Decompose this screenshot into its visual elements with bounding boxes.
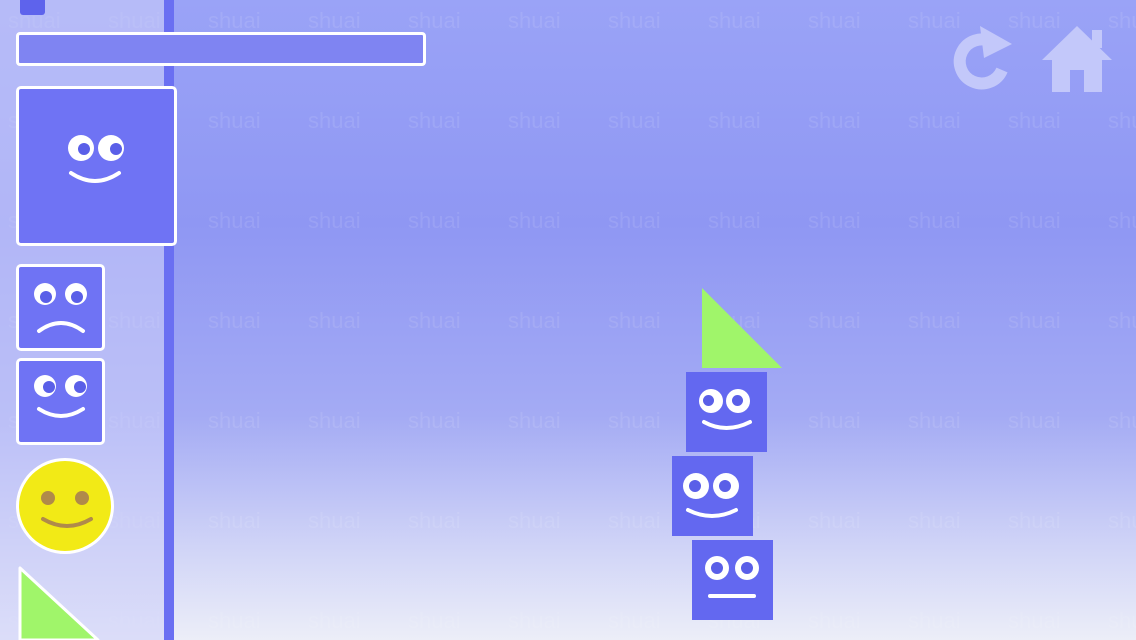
watermark-text: shuai (508, 8, 561, 33)
watermark-text: shuai (1108, 608, 1136, 633)
watermark-text: shuai (708, 208, 761, 233)
watermark-text: shuai (608, 508, 661, 533)
watermark-text: shuai (208, 208, 261, 233)
watermark-text: shuai (408, 8, 461, 33)
restart-icon[interactable] (950, 22, 1020, 96)
level-progress-bar (16, 32, 426, 66)
tower-triangle[interactable] (700, 286, 784, 370)
watermark-text: shuai (408, 208, 461, 233)
watermark-text: shuai (408, 308, 461, 333)
watermark-text: shuai (708, 108, 761, 133)
watermark-text: shuai (808, 108, 861, 133)
watermark-text: shuai (1008, 608, 1061, 633)
watermark-text: shuai (608, 408, 661, 433)
watermark-text: shuai (808, 408, 861, 433)
smile-mouth (702, 420, 752, 430)
watermark-text: shuai (308, 408, 361, 433)
watermark-text: shuai (308, 508, 361, 533)
watermark-text: shuai (908, 208, 961, 233)
eye-left (34, 375, 56, 397)
piece-small-smile-square[interactable] (16, 358, 105, 445)
piece-green-triangle[interactable] (16, 562, 126, 640)
watermark-text: shuai (608, 208, 661, 233)
watermark-text: shuai (608, 608, 661, 633)
smile-mouth (37, 407, 85, 418)
top-chip (20, 0, 45, 15)
watermark-text: shuai (308, 208, 361, 233)
watermark-text: shuai (508, 108, 561, 133)
watermark-text: shuai (1008, 508, 1061, 533)
eye-left (68, 135, 94, 161)
watermark-text: shuai (808, 508, 861, 533)
tower-block-smile-top[interactable] (686, 372, 767, 452)
watermark-text: shuai (908, 608, 961, 633)
watermark-text: shuai (1108, 508, 1136, 533)
watermark-text: shuai (1008, 308, 1061, 333)
watermark-text: shuai (308, 108, 361, 133)
eye-left (699, 389, 723, 413)
watermark-text: shuai (408, 408, 461, 433)
watermark-text: shuai (508, 208, 561, 233)
watermark-text: shuai (1008, 408, 1061, 433)
watermark-text: shuai (408, 108, 461, 133)
eye-left (34, 283, 56, 305)
sad-mouth (37, 321, 85, 333)
eye-right (98, 135, 124, 161)
smile-mouth (686, 508, 738, 518)
eye-left (683, 473, 709, 499)
watermark-text: shuai (1008, 208, 1061, 233)
watermark-text: shuai (208, 308, 261, 333)
watermark-text: shuai (808, 8, 861, 33)
watermark-text: shuai (608, 108, 661, 133)
eye-right (75, 491, 89, 505)
watermark-text: shuai (808, 608, 861, 633)
watermark-text: shuai (508, 408, 561, 433)
watermark-text: shuai (1108, 108, 1136, 133)
eye-right (726, 389, 750, 413)
eye-left (705, 556, 729, 580)
smile-mouth (41, 517, 93, 528)
watermark-text: shuai (908, 508, 961, 533)
watermark-text: shuai (308, 8, 361, 33)
eye-left (41, 491, 55, 505)
watermark-text: shuai (808, 208, 861, 233)
tower-block-neutral-bottom[interactable] (692, 540, 773, 620)
watermark-text: shuai (908, 308, 961, 333)
piece-large-smile-square[interactable] (16, 86, 177, 246)
eye-right (713, 473, 739, 499)
watermark-text: shuai (1008, 108, 1061, 133)
watermark-text: shuai (508, 508, 561, 533)
watermark-text: shuai (508, 308, 561, 333)
watermark-text: shuai (208, 508, 261, 533)
neutral-mouth (708, 594, 756, 598)
watermark-text: shuai (508, 608, 561, 633)
piece-small-sad-square[interactable] (16, 264, 105, 351)
home-icon[interactable] (1040, 24, 1114, 94)
watermark-text: shuai (1108, 308, 1136, 333)
watermark-text: shuai (608, 308, 661, 333)
watermark-text: shuai (308, 308, 361, 333)
eye-right (735, 556, 759, 580)
eye-right (65, 283, 87, 305)
smile-mouth (69, 171, 121, 183)
piece-yellow-circle[interactable] (16, 458, 114, 554)
watermark-text: shuai (1108, 408, 1136, 433)
watermark-text: shuai (208, 408, 261, 433)
watermark-text: shuai (808, 308, 861, 333)
watermark-text: shuai (908, 108, 961, 133)
watermark-text: shuai (208, 608, 261, 633)
watermark-text: shuai (1108, 208, 1136, 233)
watermark-text: shuai (408, 608, 461, 633)
watermark-text: shuai (608, 8, 661, 33)
watermark-text: shuai (208, 108, 261, 133)
watermark-text: shuai (308, 608, 361, 633)
watermark-text: shuai (408, 508, 461, 533)
watermark-text: shuai (708, 8, 761, 33)
watermark-text: shuai (208, 8, 261, 33)
eye-right (65, 375, 87, 397)
watermark-text: shuai (908, 408, 961, 433)
tower-block-smile-middle[interactable] (672, 456, 753, 536)
